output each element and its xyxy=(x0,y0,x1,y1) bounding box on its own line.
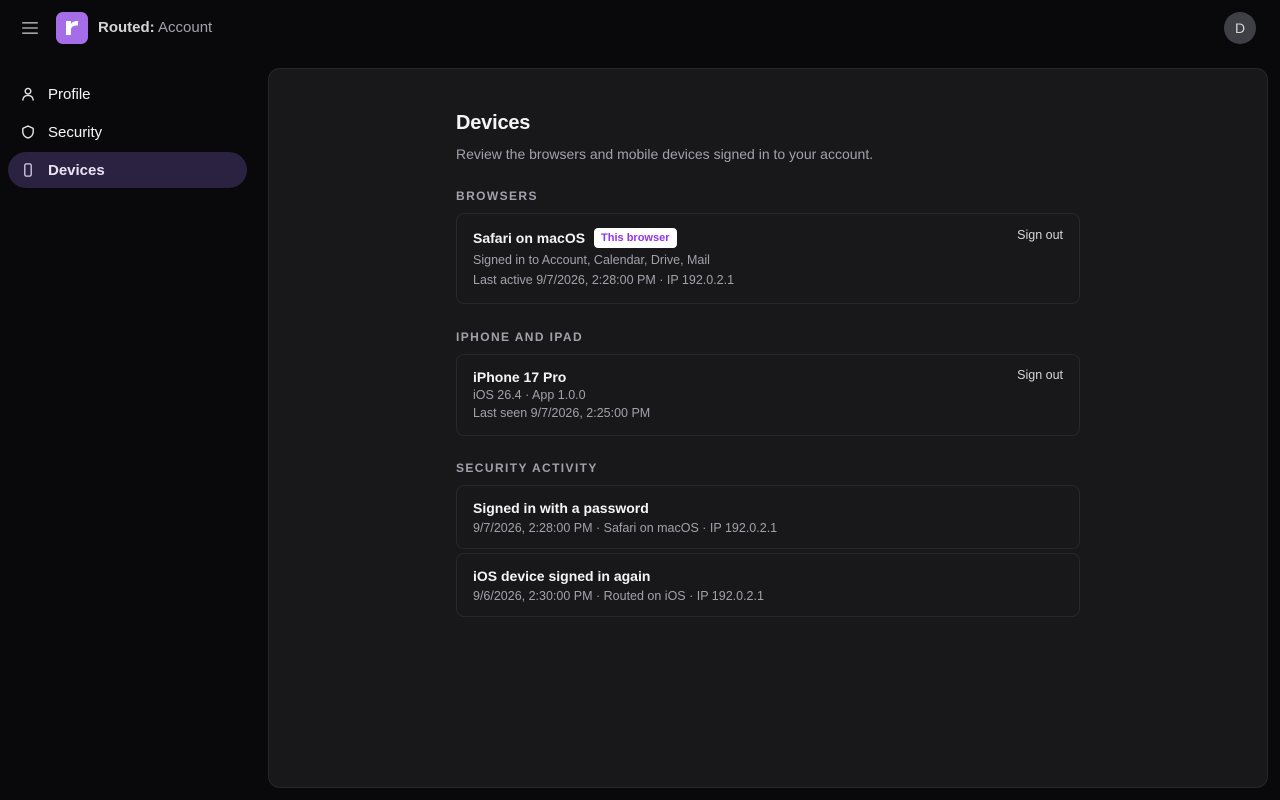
device-version: iOS 26.4 · App 1.0.0 xyxy=(473,388,586,402)
browser-last-active: Last active 9/7/2026, 2:28:00 PM · IP 19… xyxy=(473,273,735,287)
activity-title: iOS device signed in again xyxy=(473,568,651,584)
phone-icon xyxy=(20,162,36,178)
mobile-device-card: iPhone 17 Pro iOS 26.4 · App 1.0.0 Last … xyxy=(456,354,1080,436)
activity-item: iOS device signed in again 9/6/2026, 2:3… xyxy=(456,553,1080,617)
section-heading-browsers: BROWSERS xyxy=(456,189,538,203)
main-panel: Devices Review the browsers and mobile d… xyxy=(268,68,1268,788)
sidebar-item-label: Devices xyxy=(48,161,105,179)
section-heading-iphone-ipad: IPHONE AND IPAD xyxy=(456,330,584,344)
sidebar-item-label: Profile xyxy=(48,85,91,103)
device-name: iPhone 17 Pro xyxy=(473,369,567,385)
devices-content: Devices Review the browsers and mobile d… xyxy=(456,109,1080,617)
hamburger-icon[interactable] xyxy=(16,14,44,42)
logo-letter-icon xyxy=(66,20,78,35)
shield-icon xyxy=(20,124,36,140)
activity-detail: 9/7/2026, 2:28:00 PM · Safari on macOS ·… xyxy=(473,521,778,535)
activity-title: Signed in with a password xyxy=(473,500,649,516)
person-icon xyxy=(20,86,36,102)
app-section: Account xyxy=(158,19,213,36)
sidebar-item-security[interactable]: Security xyxy=(8,114,247,150)
browser-session-card: Safari on macOS This browser Signed in t… xyxy=(456,213,1080,304)
section-heading-security-activity: SECURITY ACTIVITY xyxy=(456,461,598,475)
top-bar: Routed: Account D xyxy=(0,0,1280,56)
sidebar: Profile Security Devices xyxy=(8,76,247,190)
avatar[interactable]: D xyxy=(1224,12,1256,44)
app-title: Routed: Account xyxy=(98,19,212,37)
sign-out-button[interactable]: Sign out xyxy=(1017,228,1063,242)
sidebar-item-profile[interactable]: Profile xyxy=(8,76,247,112)
activity-item: Signed in with a password 9/7/2026, 2:28… xyxy=(456,485,1080,549)
current-browser-badge: This browser xyxy=(594,228,677,248)
browser-name: Safari on macOS xyxy=(473,230,586,246)
browser-services: Signed in to Account, Calendar, Drive, M… xyxy=(473,253,710,267)
activity-detail: 9/6/2026, 2:30:00 PM · Routed on iOS · I… xyxy=(473,589,764,603)
device-last-seen: Last seen 9/7/2026, 2:25:00 PM xyxy=(473,406,651,420)
sidebar-item-devices[interactable]: Devices xyxy=(8,152,247,188)
app-brand: Routed: xyxy=(98,19,155,36)
page-title: Devices xyxy=(456,112,531,134)
sidebar-item-label: Security xyxy=(48,123,103,141)
page-description: Review the browsers and mobile devices s… xyxy=(456,146,874,162)
browser-session-name: Safari on macOS This browser xyxy=(473,228,1063,248)
app-logo[interactable] xyxy=(56,12,88,44)
sign-out-button[interactable]: Sign out xyxy=(1017,368,1063,382)
